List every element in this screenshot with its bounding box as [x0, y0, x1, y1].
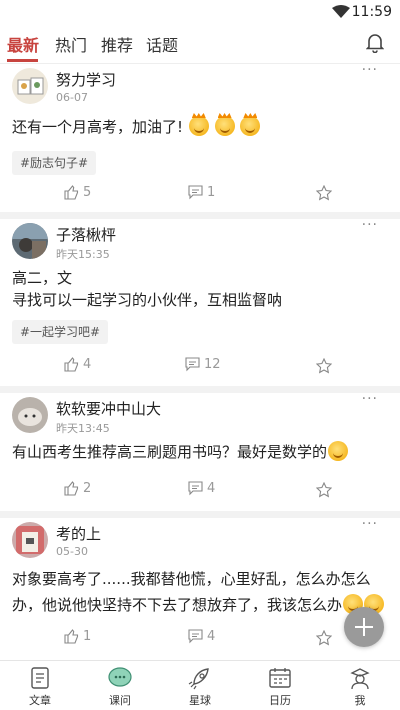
- post-separator: [0, 511, 400, 518]
- post-time: 05-30: [56, 545, 88, 558]
- star-icon[interactable]: [316, 482, 332, 498]
- add-post-button[interactable]: [344, 607, 384, 647]
- comment-button[interactable]: 12: [185, 357, 221, 372]
- rocket-icon: [188, 668, 209, 690]
- thumbs-up-icon: [64, 629, 79, 644]
- post-username[interactable]: 软软要冲中山大: [56, 398, 161, 419]
- nav-label: 我: [354, 694, 366, 707]
- status-time: 11:59: [351, 4, 392, 20]
- tab-hot[interactable]: 热门: [55, 32, 87, 56]
- calendar-icon: [269, 668, 291, 688]
- article-icon: [31, 667, 49, 689]
- nav-item-calendar[interactable]: 日历: [240, 661, 320, 710]
- post-content: 有山西考生推荐高三刷题用书吗？最好是数学的: [12, 441, 388, 463]
- thumbs-up-icon: [64, 357, 79, 372]
- cheer-emoji-icon: [214, 116, 235, 136]
- post-time: 昨天13:45: [56, 422, 110, 435]
- like-count: 5: [83, 185, 92, 200]
- star-icon[interactable]: [316, 630, 332, 646]
- thinking-emoji-icon: [328, 441, 349, 461]
- post-username[interactable]: 子落楸枰: [56, 224, 116, 245]
- post-text-line: 高二，文: [12, 269, 73, 287]
- like-count: 1: [83, 629, 92, 644]
- comment-button[interactable]: 4: [188, 481, 215, 496]
- more-options-icon[interactable]: ···: [362, 217, 378, 233]
- comment-count: 12: [204, 357, 221, 372]
- more-options-icon[interactable]: ···: [362, 62, 378, 78]
- nav-item-articles[interactable]: 文章: [0, 661, 80, 710]
- post-content: 还有一个月高考，加油了!: [12, 116, 388, 138]
- like-count: 4: [83, 357, 92, 372]
- post-username[interactable]: 考的上: [56, 523, 101, 544]
- comment-count: 4: [207, 629, 216, 644]
- post-text-line: 对象要高考了......我都替他慌，心里好乱，怎么办怎么: [12, 570, 371, 588]
- nav-item-questions[interactable]: 课问: [80, 661, 160, 710]
- thumbs-up-icon: [64, 185, 79, 200]
- comment-count: 1: [207, 185, 216, 200]
- comment-button[interactable]: 1: [188, 185, 215, 200]
- like-button[interactable]: 2: [64, 481, 91, 496]
- thumbs-up-icon: [64, 481, 79, 496]
- post-username[interactable]: 努力学习: [56, 69, 116, 90]
- like-button[interactable]: 1: [64, 629, 91, 644]
- chat-bubble-icon: [108, 667, 132, 687]
- comment-count: 4: [207, 481, 216, 496]
- post-time: 昨天15:35: [56, 248, 110, 261]
- comment-icon: [188, 629, 203, 644]
- topic-tag[interactable]: #励志句子#: [12, 151, 97, 175]
- avatar[interactable]: [12, 68, 48, 104]
- tab-topics[interactable]: 话题: [146, 32, 178, 56]
- post-separator: [0, 386, 400, 393]
- nav-item-me[interactable]: 我: [320, 661, 400, 710]
- avatar[interactable]: [12, 223, 48, 259]
- status-bar: 11:59: [0, 0, 400, 26]
- nav-label: 文章: [29, 694, 51, 707]
- cheer-emoji-icon: [188, 116, 209, 136]
- feed-tabs: 最新 热门 推荐 话题: [0, 26, 400, 64]
- post-text: 有山西考生推荐高三刷题用书吗？最好是数学的: [12, 443, 328, 461]
- comment-icon: [185, 357, 200, 372]
- avatar[interactable]: [12, 522, 48, 558]
- post-time: 06-07: [56, 91, 88, 104]
- tab-latest[interactable]: 最新: [7, 32, 39, 56]
- nav-label: 星球: [189, 694, 211, 707]
- profile-icon: [350, 668, 370, 690]
- active-tab-indicator: [7, 59, 38, 62]
- bottom-nav: 文章 课问 星球 日历 我: [0, 660, 400, 710]
- nav-item-planet[interactable]: 星球: [160, 661, 240, 710]
- like-button[interactable]: 5: [64, 185, 91, 200]
- comment-icon: [188, 481, 203, 496]
- post-content: 对象要高考了......我都替他慌，心里好乱，怎么办怎么 办，他说他快坚持不下去…: [12, 566, 392, 618]
- nav-label: 课问: [109, 694, 131, 707]
- post-card[interactable]: 努力学习 06-07 ··· 还有一个月高考，加油了! #励志句子# 5 1: [0, 62, 400, 212]
- post-content: 高二，文 寻找可以一起学习的小伙伴，互相监督呐: [12, 267, 388, 311]
- cheer-emoji-icon: [240, 116, 261, 136]
- post-text-line: 寻找可以一起学习的小伙伴，互相监督呐: [12, 291, 283, 309]
- post-card[interactable]: 考的上 05-30 ··· 对象要高考了......我都替他慌，心里好乱，怎么办…: [0, 516, 400, 658]
- more-options-icon[interactable]: ···: [362, 516, 378, 532]
- post-text-line: 办，他说他快坚持不下去了想放弃了，我该怎么办: [12, 596, 343, 614]
- avatar[interactable]: [12, 397, 48, 433]
- tab-recommended[interactable]: 推荐: [101, 32, 133, 56]
- post-card[interactable]: 子落楸枰 昨天15:35 ··· 高二，文 寻找可以一起学习的小伙伴，互相监督呐…: [0, 217, 400, 386]
- like-button[interactable]: 4: [64, 357, 91, 372]
- topic-tag[interactable]: #一起学习吧#: [12, 320, 109, 344]
- wifi-icon: [332, 5, 350, 18]
- post-text: 还有一个月高考，加油了!: [12, 118, 184, 136]
- comment-button[interactable]: 4: [188, 629, 215, 644]
- bell-icon[interactable]: [366, 33, 384, 53]
- comment-icon: [188, 185, 203, 200]
- post-card[interactable]: 软软要冲中山大 昨天13:45 ··· 有山西考生推荐高三刷题用书吗？最好是数学…: [0, 391, 400, 511]
- like-count: 2: [83, 481, 92, 496]
- star-icon[interactable]: [316, 185, 332, 201]
- post-separator: [0, 212, 400, 219]
- star-icon[interactable]: [316, 358, 332, 374]
- more-options-icon[interactable]: ···: [362, 391, 378, 407]
- nav-label: 日历: [269, 694, 291, 707]
